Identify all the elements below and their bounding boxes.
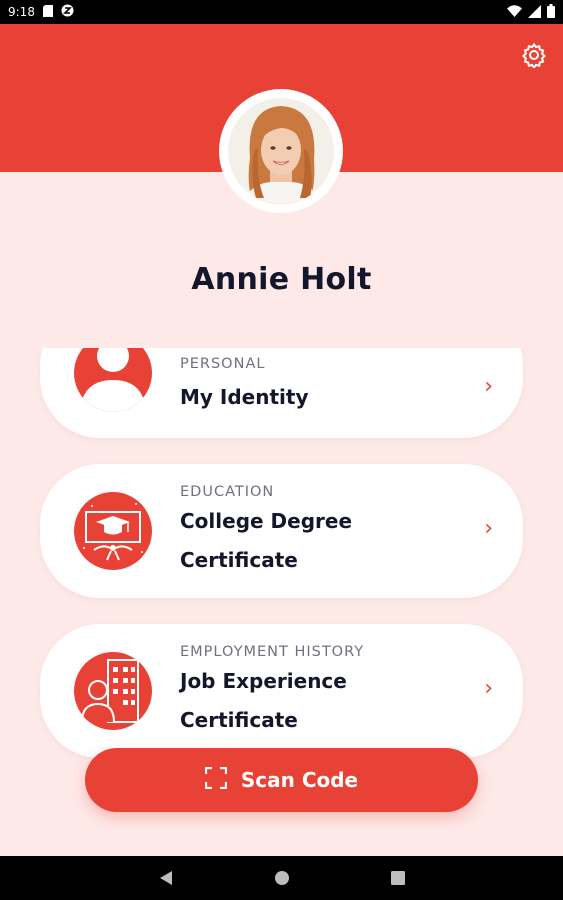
card-education-degree[interactable]: EDUCATION College Degree Certificate ›	[40, 464, 523, 598]
person-icon	[74, 348, 152, 412]
profile-photo	[228, 98, 334, 204]
scan-frame-icon	[204, 766, 227, 794]
card-personal-identity[interactable]: PERSONAL My Identity ›	[40, 348, 523, 438]
status-bar: 9:18	[0, 0, 563, 24]
card-title: College Degree Certificate	[180, 509, 353, 572]
data-saver-icon	[61, 4, 74, 20]
card-category: PERSONAL	[180, 356, 266, 372]
card-category: EMPLOYMENT HISTORY	[180, 644, 365, 660]
scan-code-label: Scan Code	[240, 768, 359, 792]
chevron-right-icon: ›	[484, 374, 493, 399]
card-category: EDUCATION	[180, 484, 275, 500]
card-employment-history[interactable]: EMPLOYMENT HISTORY Job Experience Certif…	[40, 624, 523, 758]
card-title: Job Experience Certificate	[180, 669, 347, 732]
wifi-icon	[507, 5, 522, 20]
settings-gear-icon[interactable]	[521, 42, 547, 70]
recents-icon[interactable]	[386, 866, 410, 890]
graduation-icon	[74, 492, 152, 570]
sim-card-icon	[42, 4, 53, 20]
home-icon[interactable]	[270, 866, 294, 890]
chevron-right-icon: ›	[484, 516, 493, 541]
back-icon[interactable]	[154, 866, 178, 890]
chevron-right-icon: ›	[484, 676, 493, 701]
credentials-list[interactable]: PERSONAL My Identity › EDUCATION College…	[0, 348, 563, 768]
status-time: 9:18	[8, 5, 35, 19]
building-employee-icon	[74, 652, 152, 730]
profile-name: Annie Holt	[191, 262, 372, 297]
card-title: My Identity	[180, 385, 309, 409]
scan-code-button[interactable]: Scan Code	[85, 748, 478, 812]
battery-icon	[547, 4, 555, 21]
system-nav-bar	[0, 856, 563, 900]
signal-icon	[528, 4, 541, 21]
avatar[interactable]	[219, 89, 343, 213]
